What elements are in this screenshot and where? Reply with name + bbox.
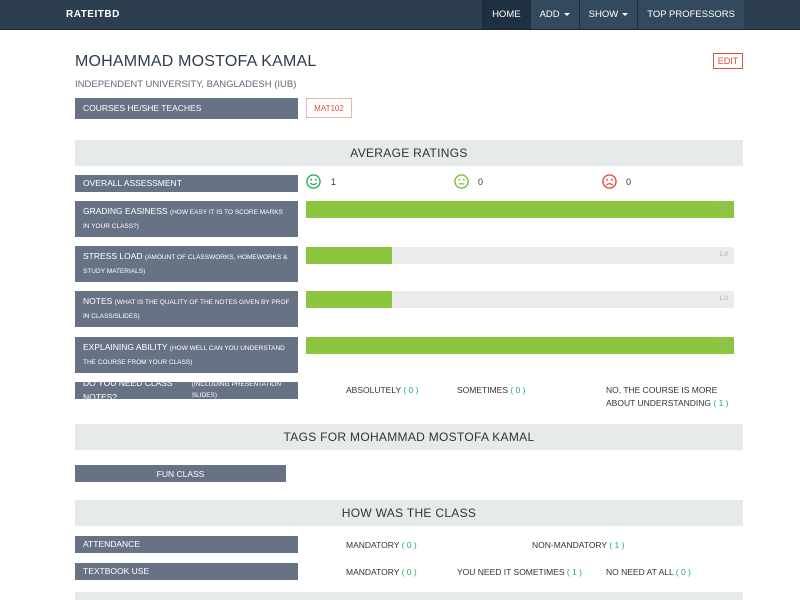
class-notes-sub: (INCLUDING PRESENTATION SLIDES) [191,381,282,399]
metric-label: GRADING EASINESS [83,206,168,216]
tag-item: FUN CLASS [75,465,286,482]
option-label: SOMETIMES [457,385,509,395]
average-ratings-heading: AVERAGE RATINGS [75,140,743,166]
rating-bad-count: 0 [626,176,632,187]
option-label: NO NEED AT ALL [606,567,674,577]
bar-fill [306,337,734,354]
neutral-face-icon [454,174,469,189]
professor-university: INDEPENDENT UNIVERSITY, BANGLADESH (IUB) [75,79,297,90]
course-tag[interactable]: MAT102 [306,98,352,118]
textbook-use-label: TEXTBOOK USE [75,563,298,580]
option-count: ( 1 ) [609,540,625,550]
overall-assessment-label: OVERALL ASSESSMENT [75,175,298,192]
textbook-option-no-need: NO NEED AT ALL ( 0 ) [606,566,691,579]
class-notes-text: DO YOU NEED CLASS NOTES? [83,377,173,402]
option-label: NON-MANDATORY [532,540,607,550]
bar-value: 5.0 [718,341,728,348]
textbook-option-sometimes: YOU NEED IT SOMETIMES ( 1 ) [457,566,582,579]
caret-down-icon [622,13,629,16]
next-section-heading [75,592,743,600]
nav-top-professors[interactable]: TOP PROFESSORS [637,0,744,29]
rating-good-count: 1 [331,176,337,187]
class-notes-option-sometimes: SOMETIMES ( 0 ) [457,384,526,397]
option-label: NO, THE COURSE IS MORE ABOUT UNDERSTANDI… [606,385,718,408]
option-count: ( 0 ) [401,567,417,577]
tags-heading: TAGS FOR MOHAMMAD MOSTOFA KAMAL [75,424,743,450]
overall-assessment-text: OVERALL ASSESSMENT [83,177,182,188]
frown-icon [602,174,617,189]
attendance-option-mandatory: MANDATORY ( 0 ) [346,539,417,552]
option-count: ( 0 ) [401,540,417,550]
brand-logo[interactable]: RATEITBD [66,9,120,20]
stress-load-bar: 1.0 [306,247,734,264]
metric-label: STRESS LOAD [83,251,143,261]
nav-add-label: ADD [539,9,560,20]
nav-home[interactable]: HOME [482,0,530,29]
textbook-use-text: TEXTBOOK USE [83,565,150,576]
rating-neutral: 0 [454,174,483,189]
option-count: ( 0 ) [510,385,526,395]
textbook-option-mandatory: MANDATORY ( 0 ) [346,566,417,579]
bar-value: 5.0 [718,205,728,212]
bar-value: 1.0 [718,251,728,258]
option-count: ( 0 ) [675,567,691,577]
class-notes-option-absolutely: ABSOLUTELY ( 0 ) [346,384,418,397]
nav-menu: HOME ADD SHOW TOP PROFESSORS [482,0,744,29]
option-count: ( 1 ) [713,397,729,408]
option-count: ( 1 ) [566,567,583,577]
edit-button[interactable]: EDIT [713,53,743,69]
bar-value: 1.0 [718,295,728,302]
notes-bar: 1.0 [306,291,734,308]
professor-name: MOHAMMAD MOSTOFA KAMAL [75,53,317,70]
grading-easiness-label: GRADING EASINESS (HOW EASY IT IS TO SCOR… [75,201,298,237]
attendance-text: ATTENDANCE [83,538,140,549]
caret-down-icon [563,13,570,16]
option-count: ( 0 ) [403,385,419,395]
metric-sub: (WHAT IS THE QUALITY OF THE NOTES GIVEN … [83,299,290,320]
class-notes-label: DO YOU NEED CLASS NOTES? (INCLUDING PRES… [75,378,298,402]
bar-fill [306,201,734,218]
metric-label: EXPLAINING ABILITY [83,342,168,352]
metric-label: NOTES [83,296,113,306]
rating-neutral-count: 0 [478,176,484,187]
nav-show-label: SHOW [588,9,619,20]
bar-fill [306,291,392,308]
attendance-option-non-mandatory: NON-MANDATORY ( 1 ) [532,539,624,552]
explaining-ability-label: EXPLAINING ABILITY (HOW WELL CAN YOU UND… [75,337,298,373]
bar-fill [306,247,392,264]
rating-bad: 0 [602,174,631,189]
smile-icon [306,174,321,189]
option-label: MANDATORY [346,567,400,577]
notes-label: NOTES (WHAT IS THE QUALITY OF THE NOTES … [75,291,298,327]
class-notes-option-no: NO, THE COURSE IS MORE ABOUT UNDERSTANDI… [606,384,736,410]
option-label: ABSOLUTELY [346,385,401,395]
rating-good: 1 [306,174,336,189]
how-was-class-heading: HOW WAS THE CLASS [75,500,743,526]
nav-home-label: HOME [492,9,521,20]
nav-top-professors-label: TOP PROFESSORS [647,9,735,20]
explaining-ability-bar: 5.0 [306,337,734,354]
option-label: MANDATORY [346,540,400,550]
grading-easiness-bar: 5.0 [306,201,734,218]
option-label: YOU NEED IT SOMETIMES [457,567,565,577]
nav-add[interactable]: ADD [529,0,579,29]
attendance-label: ATTENDANCE [75,536,298,553]
stress-load-label: STRESS LOAD (AMOUNT OF CLASSWORKS, HOMEW… [75,246,298,282]
courses-label: COURSES HE/SHE TEACHES [75,98,298,119]
navbar: RATEITBD HOME ADD SHOW TOP PROFESSORS [0,0,800,30]
nav-show[interactable]: SHOW [578,0,638,29]
courses-label-text: COURSES HE/SHE TEACHES [83,102,202,113]
